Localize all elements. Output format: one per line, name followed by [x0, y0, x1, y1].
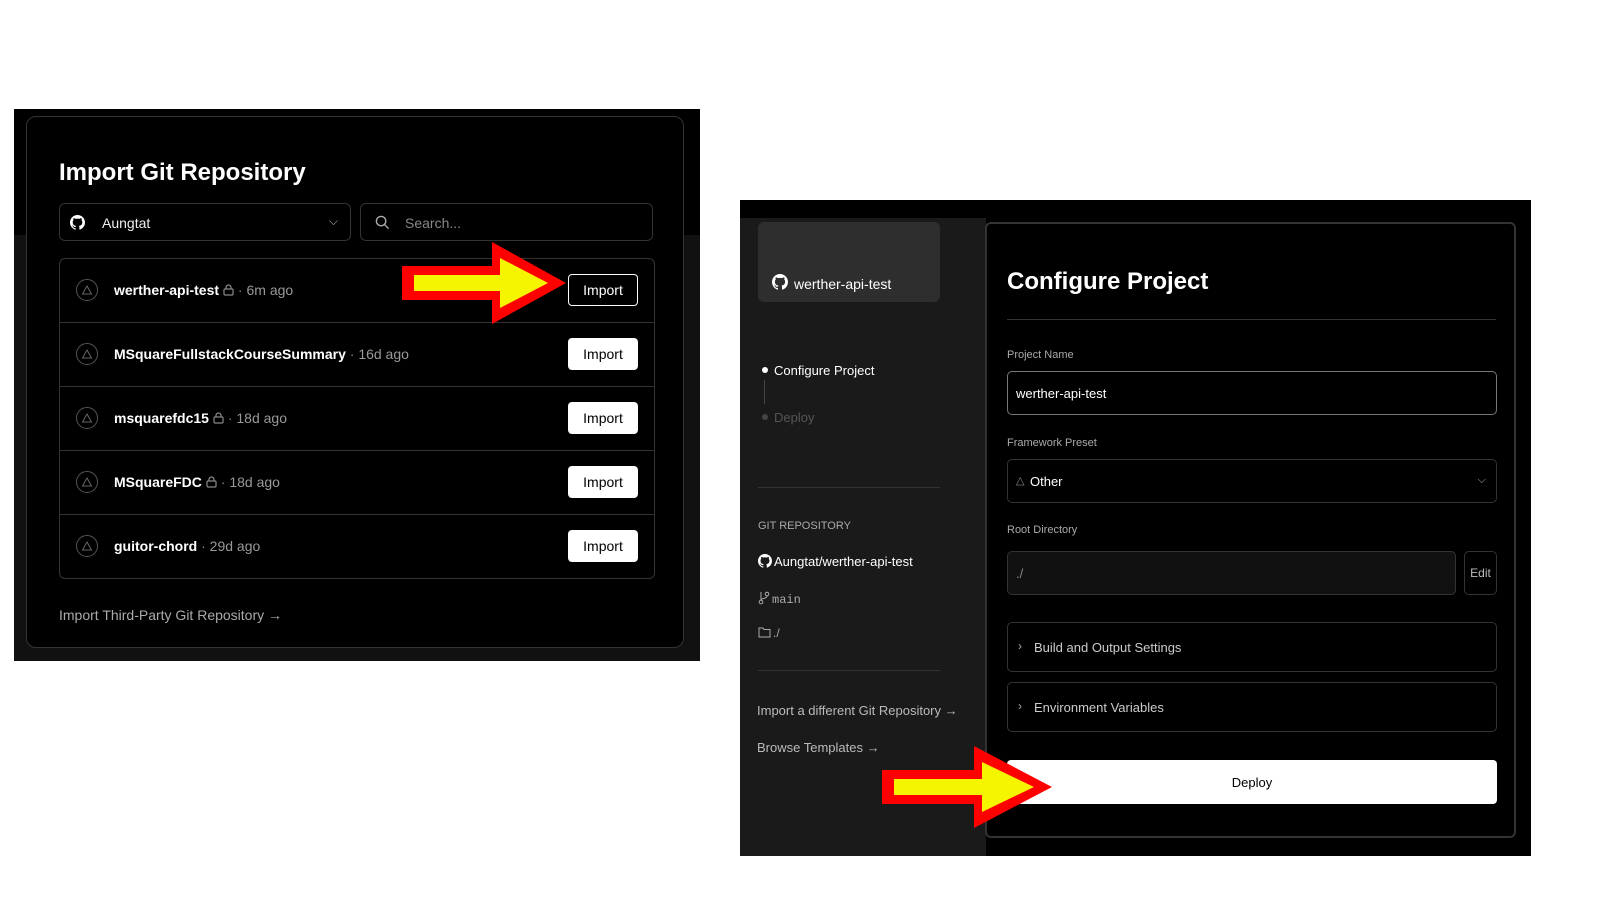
annotation-arrow-icon: [882, 746, 1052, 828]
chevron-right-icon: ›: [1018, 639, 1022, 653]
chevron-down-icon: ⌵: [328, 214, 338, 228]
repo-age: 18d ago: [229, 474, 280, 490]
repo-row: MSquareFullstackCourseSummary · 16d ago …: [60, 322, 654, 386]
repo-age: 6m ago: [246, 282, 294, 298]
root-directory-label: Root Directory: [1007, 524, 1078, 536]
repo-name: MSquareFullstackCourseSummary: [114, 346, 346, 362]
separator: ·: [216, 474, 230, 490]
deploy-button[interactable]: Deploy: [1007, 760, 1497, 804]
lock-icon: [223, 283, 234, 299]
owner-name: Aungtat: [102, 215, 151, 231]
import-button[interactable]: Import: [568, 402, 638, 434]
git-directory: ./: [758, 626, 780, 640]
step-label: Deploy: [774, 410, 815, 425]
folder-icon: [758, 627, 771, 638]
repo-name: werther-api-test: [114, 282, 220, 298]
top-bar: [740, 200, 1531, 218]
step-connector: [764, 380, 765, 404]
step-configure-project: Configure Project: [762, 363, 874, 378]
import-button[interactable]: Import: [568, 338, 638, 370]
framework-preset-select[interactable]: △ Other ⌵: [1007, 459, 1497, 503]
repo-age: 18d ago: [236, 410, 287, 426]
root-directory-input[interactable]: [1007, 551, 1456, 595]
build-output-settings-section[interactable]: › Build and Output Settings: [1007, 622, 1497, 672]
step-active-dot: [762, 367, 768, 373]
git-repository-heading: GIT REPOSITORY: [758, 520, 851, 532]
repo-avatar-icon: [76, 407, 98, 429]
separator: ·: [223, 410, 237, 426]
section-label: Build and Output Settings: [1034, 640, 1182, 655]
lock-icon: [213, 411, 224, 427]
directory-path: ./: [773, 626, 780, 640]
import-repo-card: Import Git Repository Aungtat ⌵ werther-…: [26, 116, 684, 648]
sidebar-divider: [758, 670, 940, 671]
configure-project-screenshot: werther-api-test Configure Project Deplo…: [740, 200, 1531, 856]
import-different-repo-link[interactable]: Import a different Git Repository →: [757, 703, 958, 718]
repo-age: 29d ago: [209, 538, 261, 554]
import-button[interactable]: Import: [568, 530, 638, 562]
repo-row: msquarefdc15 · 18d ago Import: [60, 386, 654, 450]
git-repository-link[interactable]: Aungtat/werther-api-test: [758, 554, 913, 569]
import-button[interactable]: Import: [568, 466, 638, 498]
repo-avatar-icon: [76, 279, 98, 301]
github-icon: [758, 554, 773, 568]
separator: ·: [197, 538, 210, 554]
page-title: Import Git Repository: [59, 159, 306, 186]
title-divider: [1007, 319, 1496, 320]
git-branch: main: [758, 591, 801, 607]
repo-avatar-icon: [76, 471, 98, 493]
step-label: Configure Project: [774, 363, 875, 378]
step-inactive-dot: [762, 414, 768, 420]
git-owner-select[interactable]: Aungtat ⌵: [59, 203, 351, 241]
project-name-label: Project Name: [1007, 349, 1074, 361]
import-third-party-link[interactable]: Import Third-Party Git Repository →: [59, 607, 282, 623]
github-icon: [70, 215, 86, 235]
repo-row: MSquareFDC · 18d ago Import: [60, 450, 654, 514]
project-name-input[interactable]: [1007, 371, 1497, 415]
annotation-arrow-icon: [402, 242, 566, 324]
selected-repo-name: werther-api-test: [794, 276, 892, 292]
browse-templates-link[interactable]: Browse Templates →: [757, 740, 880, 755]
branch-name: main: [772, 593, 801, 607]
step-deploy: Deploy: [762, 410, 814, 425]
configure-project-title: Configure Project: [1007, 268, 1209, 295]
import-button[interactable]: Import: [568, 274, 638, 306]
repo-name: msquarefdc15: [114, 410, 209, 426]
section-label: Environment Variables: [1034, 700, 1164, 715]
import-git-repository-screenshot: Import Git Repository Aungtat ⌵ werther-…: [14, 109, 700, 661]
framework-preset-label: Framework Preset: [1007, 437, 1097, 449]
chevron-right-icon: ›: [1018, 699, 1022, 713]
repo-name: MSquareFDC: [114, 474, 202, 490]
selected-repo-card: werther-api-test: [758, 222, 940, 302]
git-repository-name: Aungtat/werther-api-test: [774, 554, 913, 569]
environment-variables-section[interactable]: › Environment Variables: [1007, 682, 1497, 732]
chevron-down-icon: ⌵: [1477, 474, 1486, 486]
search-input[interactable]: [403, 212, 637, 234]
repo-age: 16d ago: [358, 346, 409, 362]
repo-avatar-icon: [76, 535, 98, 557]
separator: ·: [234, 282, 247, 298]
edit-root-directory-button[interactable]: Edit: [1464, 551, 1497, 595]
repo-row: guitor-chord · 29d ago Import: [60, 514, 654, 578]
configure-project-card: Configure Project Project Name Framework…: [985, 222, 1516, 838]
search-field[interactable]: [360, 203, 653, 241]
git-branch-icon: [758, 591, 770, 605]
github-icon: [772, 274, 789, 295]
lock-icon: [206, 475, 217, 491]
repo-avatar-icon: [76, 343, 98, 365]
framework-icon: △: [1016, 475, 1025, 487]
repo-name: guitor-chord: [114, 538, 198, 554]
search-icon: [375, 215, 390, 235]
sidebar-divider: [758, 487, 940, 488]
framework-value: Other: [1030, 474, 1063, 489]
separator: ·: [345, 346, 359, 362]
